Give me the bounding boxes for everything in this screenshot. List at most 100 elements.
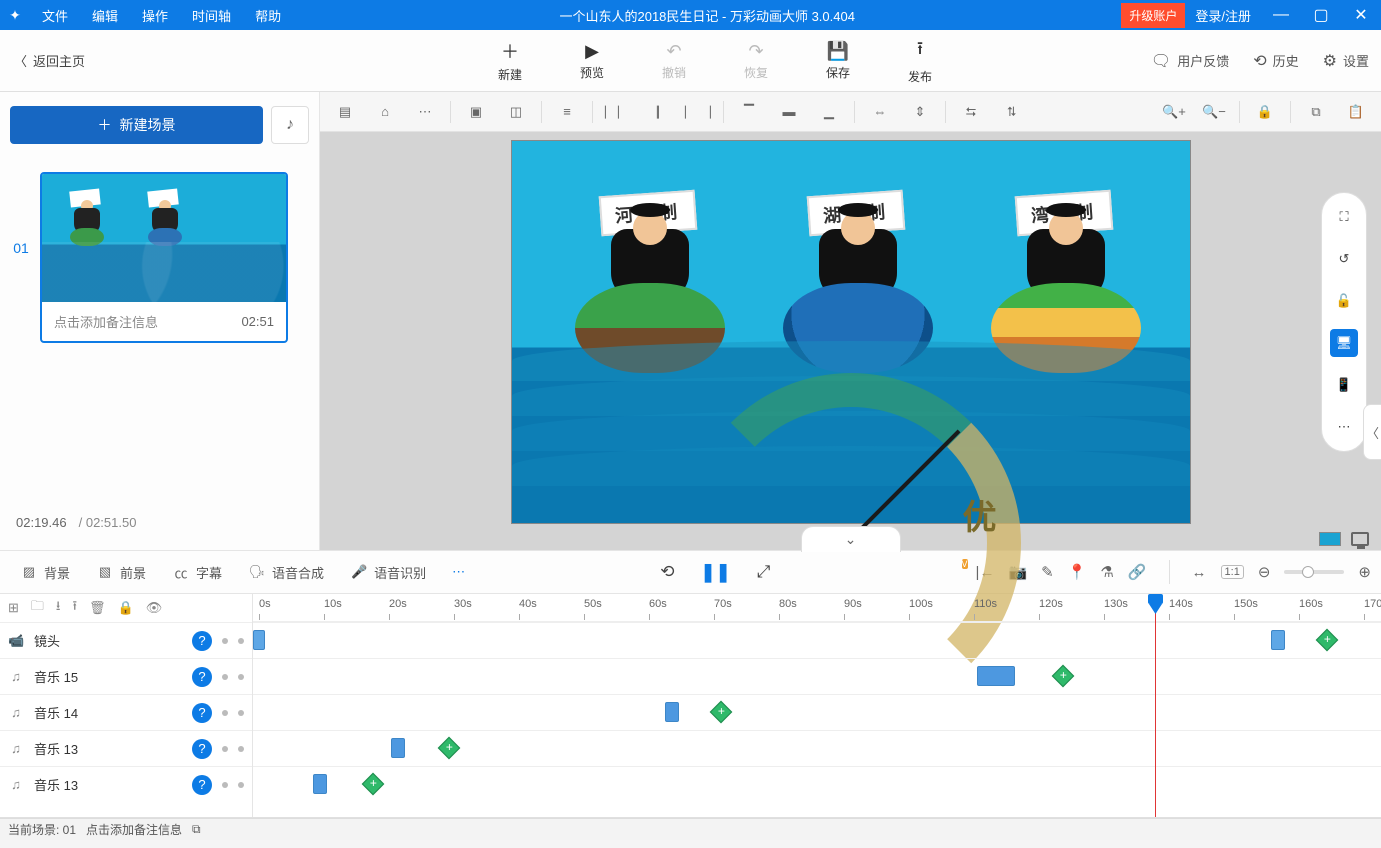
help-icon[interactable]: ? bbox=[192, 703, 212, 723]
pin-icon[interactable]: 📍 bbox=[1068, 563, 1087, 581]
scene-thumbnail[interactable]: 点击添加备注信息 02:51 bbox=[40, 172, 288, 343]
track-head-music-13b[interactable]: ♫音乐 13? bbox=[0, 766, 252, 802]
align-v-bottom-icon[interactable]: ▁ bbox=[810, 97, 848, 127]
lock-icon[interactable]: 🔒 bbox=[1246, 97, 1284, 127]
ungroup-icon[interactable]: ◫ bbox=[497, 97, 535, 127]
status-note[interactable]: 点击添加备注信息 bbox=[86, 821, 182, 838]
track-head-music-14[interactable]: ♫音乐 14? bbox=[0, 694, 252, 730]
paste-icon[interactable]: 📋 bbox=[1337, 97, 1375, 127]
new-button[interactable]: ＋新建 bbox=[469, 38, 551, 83]
zoom-slider[interactable] bbox=[1284, 570, 1344, 574]
add-keyframe-marker[interactable] bbox=[362, 773, 385, 796]
add-keyframe-marker[interactable] bbox=[1316, 629, 1339, 652]
preview-button[interactable]: ▶预览 bbox=[551, 41, 633, 81]
group-icon[interactable]: ▣ bbox=[457, 97, 495, 127]
history-button[interactable]: ⟲历史 bbox=[1241, 51, 1310, 71]
save-button[interactable]: 💾保存 bbox=[797, 41, 879, 81]
delete-icon[interactable]: 🗑 bbox=[89, 600, 106, 616]
add-keyframe-marker[interactable] bbox=[1052, 665, 1075, 688]
visibility-icon[interactable]: 👁 bbox=[146, 600, 163, 616]
publish-button[interactable]: ⭱发布 bbox=[879, 36, 961, 85]
track-head-music-15[interactable]: ♫音乐 15? bbox=[0, 658, 252, 694]
lane-music-15[interactable] bbox=[253, 658, 1381, 694]
flip-h-icon[interactable]: ⮀ bbox=[952, 97, 990, 127]
align-v-top-icon[interactable]: ▔ bbox=[730, 97, 768, 127]
import-icon[interactable]: ⭳ bbox=[56, 597, 61, 619]
feedback-button[interactable]: 🗨用户反馈 bbox=[1139, 51, 1241, 71]
add-keyframe-marker[interactable] bbox=[438, 737, 461, 760]
zoom-in-timeline-icon[interactable]: ⊕ bbox=[1358, 563, 1371, 581]
canvas-stage[interactable]: 河长制 湖长制 湾长制 优 bbox=[511, 140, 1191, 524]
back-home-button[interactable]: 〈 返回主页 bbox=[0, 51, 99, 70]
zoom-out-icon[interactable]: 🔍− bbox=[1195, 97, 1233, 127]
align-left-icon[interactable]: ≡ bbox=[548, 97, 586, 127]
help-icon[interactable]: ? bbox=[192, 739, 212, 759]
copy-icon[interactable]: ⧉ bbox=[1297, 97, 1335, 127]
tab-asr[interactable]: 🎤语音识别 bbox=[340, 557, 436, 588]
help-icon[interactable]: ? bbox=[192, 775, 212, 795]
help-icon[interactable]: ? bbox=[192, 667, 212, 687]
music-library-button[interactable]: ♪ bbox=[271, 106, 309, 144]
tab-subtitle[interactable]: ㏄字幕 bbox=[162, 557, 232, 588]
track-head-camera[interactable]: 📹镜头? bbox=[0, 622, 252, 658]
login-link[interactable]: 登录/注册 bbox=[1185, 6, 1261, 25]
upgrade-badge[interactable]: 升级账户 bbox=[1121, 3, 1185, 28]
edit-icon[interactable]: ✎ bbox=[1041, 563, 1054, 581]
tab-tts[interactable]: 🗣语音合成 bbox=[238, 557, 334, 588]
audio-clip[interactable] bbox=[391, 738, 405, 758]
dock-more-icon[interactable]: ⋯ bbox=[1330, 413, 1358, 441]
playhead[interactable] bbox=[1155, 594, 1156, 817]
add-keyframe-marker[interactable] bbox=[710, 701, 733, 724]
menu-edit[interactable]: 编辑 bbox=[80, 0, 130, 30]
zoom-in-icon[interactable]: 🔍+ bbox=[1155, 97, 1193, 127]
dock-mobile-icon[interactable]: 📱 bbox=[1330, 371, 1358, 399]
distribute-v-icon[interactable]: ⇕ bbox=[901, 97, 939, 127]
timeline-ruler[interactable]: 0s10s20s30s40s50s60s70s80s90s100s110s120… bbox=[253, 594, 1381, 622]
scene-note-placeholder[interactable]: 点击添加备注信息 bbox=[54, 312, 158, 331]
tab-foreground[interactable]: ▧前景 bbox=[86, 557, 156, 588]
clip[interactable] bbox=[253, 630, 265, 650]
tab-background[interactable]: ▨背景 bbox=[10, 557, 80, 588]
fit-width-icon[interactable]: ↔ bbox=[1192, 564, 1207, 581]
layer-panel-icon[interactable]: ▤ bbox=[326, 97, 364, 127]
lane-camera[interactable] bbox=[253, 622, 1381, 658]
lane-music-13b[interactable] bbox=[253, 766, 1381, 802]
track-head-music-13a[interactable]: ♫音乐 13? bbox=[0, 730, 252, 766]
redo-button[interactable]: ↷恢复 bbox=[715, 41, 797, 81]
menu-action[interactable]: 操作 bbox=[130, 0, 180, 30]
dock-display-icon[interactable]: 🖥 bbox=[1330, 329, 1358, 357]
more-icon[interactable]: ⋯ bbox=[406, 97, 444, 127]
clip[interactable] bbox=[1271, 630, 1285, 650]
preview-mode-switch[interactable] bbox=[1319, 532, 1369, 546]
folder-icon[interactable]: 🗀 bbox=[31, 597, 44, 619]
undo-button[interactable]: ↶撤销 bbox=[633, 41, 715, 81]
menu-help[interactable]: 帮助 bbox=[243, 0, 293, 30]
lock-track-icon[interactable]: 🔒 bbox=[118, 600, 134, 616]
dock-unlock-icon[interactable]: 🔓 bbox=[1330, 287, 1358, 315]
timeline-rewind-icon[interactable]: ⟲ bbox=[660, 562, 674, 583]
help-icon[interactable]: ? bbox=[192, 631, 212, 651]
dock-rotate-icon[interactable]: ↺ bbox=[1330, 245, 1358, 273]
add-track-icon[interactable]: ⊞ bbox=[8, 600, 19, 616]
panel-pull-handle[interactable]: ⌄ bbox=[801, 526, 901, 552]
audio-clip[interactable] bbox=[313, 774, 327, 794]
link-icon[interactable]: 🔗 bbox=[1128, 563, 1147, 581]
audio-clip[interactable] bbox=[665, 702, 679, 722]
right-panel-toggle[interactable]: 〈 bbox=[1363, 404, 1381, 460]
home-icon[interactable]: ⌂ bbox=[366, 97, 404, 127]
dock-fullscreen-icon[interactable]: ⛶ bbox=[1330, 203, 1358, 231]
menu-timeline[interactable]: 时间轴 bbox=[180, 0, 243, 30]
ratio-button[interactable]: 1:1 bbox=[1221, 565, 1244, 579]
settings-button[interactable]: ⚙设置 bbox=[1311, 51, 1381, 71]
window-minimize-icon[interactable]: — bbox=[1261, 6, 1301, 24]
tab-more-icon[interactable]: ⋯ bbox=[442, 558, 475, 586]
flip-v-icon[interactable]: ⮁ bbox=[992, 97, 1030, 127]
align-h-right-icon[interactable]: ⎸⎹ bbox=[679, 97, 717, 127]
zoom-out-timeline-icon[interactable]: ⊖ bbox=[1258, 563, 1271, 581]
window-close-icon[interactable]: ✕ bbox=[1341, 5, 1381, 25]
export-icon[interactable]: ⭱ bbox=[72, 597, 77, 619]
align-h-center-icon[interactable]: ⎹⎸ bbox=[639, 97, 677, 127]
lane-music-14[interactable] bbox=[253, 694, 1381, 730]
audio-clip[interactable] bbox=[977, 666, 1015, 686]
distribute-h-icon[interactable]: ⇔ bbox=[861, 97, 899, 127]
